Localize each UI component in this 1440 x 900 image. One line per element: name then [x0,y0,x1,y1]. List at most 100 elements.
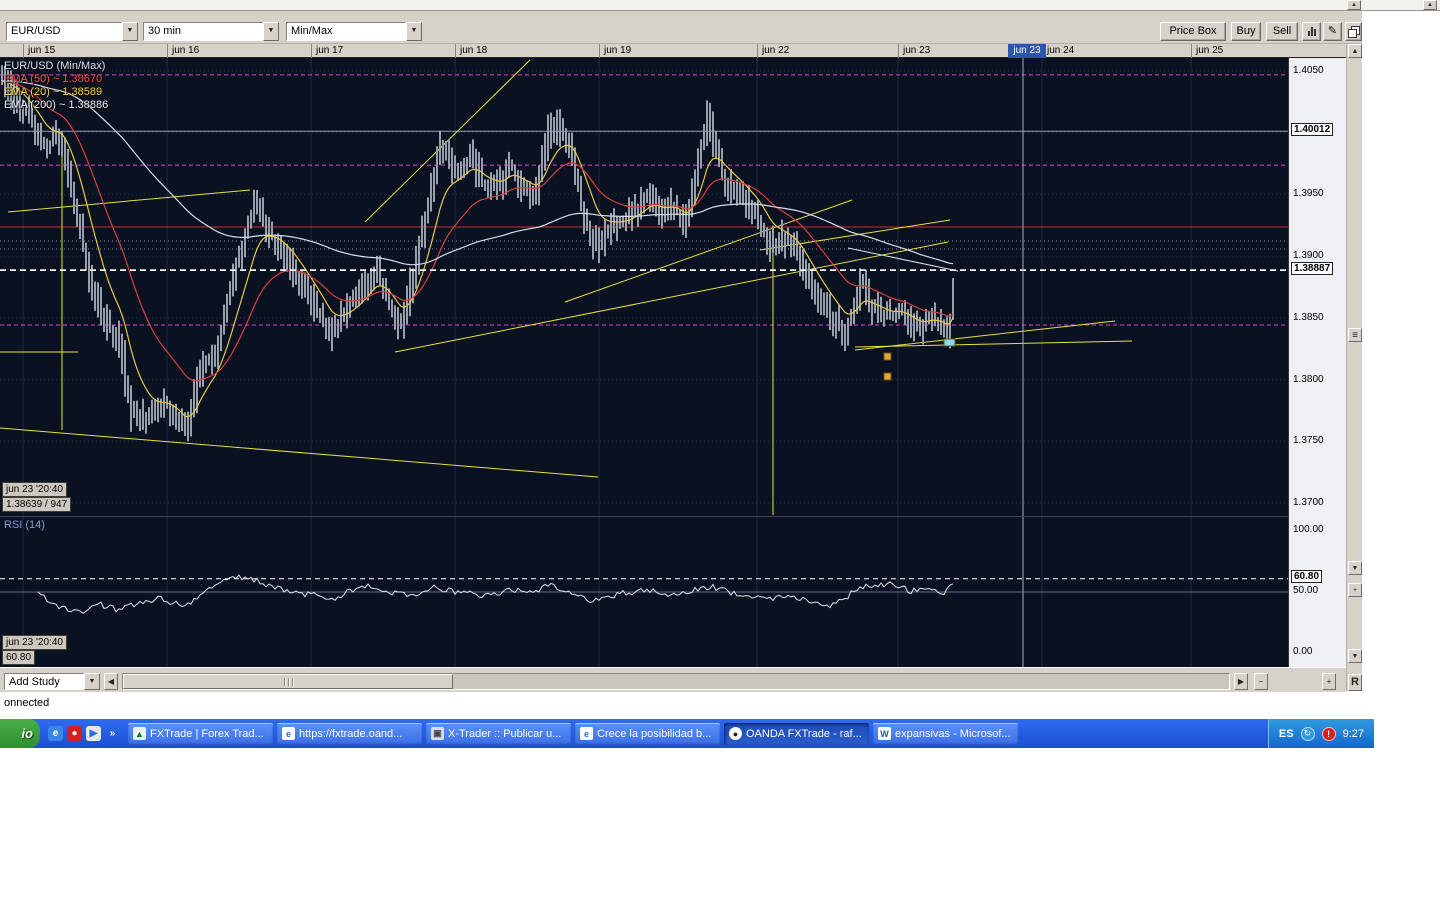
price-label: 1.40012 [1291,123,1334,137]
price-chart-canvas [0,58,1288,516]
system-tray: ES ↻ ! 9:27 [1267,719,1374,748]
date-label: jun 15 [28,45,56,56]
ie-icon: e [580,727,593,740]
chevron-down-icon[interactable]: ▼ [406,22,422,41]
taskbar-task-label: Crece la posibilidad b... [597,727,712,740]
chart-style-value: Min/Max [286,22,406,41]
instrument-value: EUR/USD [6,22,122,41]
alert-tray-icon[interactable]: ! [1321,726,1336,741]
date-tick [1191,44,1192,58]
ie-icon: e [282,727,295,740]
splitter-handle[interactable]: ≡ [1348,328,1362,342]
price-label: 1.3900 [1293,250,1324,262]
add-study-select[interactable]: Add Study ▼ [4,673,100,690]
date-tick [898,44,899,58]
price-chart-panel[interactable]: EUR/USD (Min/Max) EMA (50) ~ 1.38670 EMA… [0,58,1288,516]
chart-type-button[interactable] [1302,22,1321,41]
taskbar: io e ● ▶ » ▲ FXTrade | Forex Trad... e https:/… [0,719,1374,748]
legend-ema200: EMA (200) ~ 1.38886 [4,99,109,111]
taskbar-task[interactable]: ▣ X-Trader :: Publicar u... [426,722,571,745]
price-axis: 1.4050 1.3950 1.3900 1.3850 1.3800 1.3750 1.37… [1288,58,1346,667]
taskbar-task-label: X-Trader :: Publicar u... [448,727,562,740]
price-label: 0.00 [1293,646,1313,657]
price-label: 1.4050 [1293,65,1324,76]
zoom-in-button[interactable]: + [1348,583,1362,597]
scroll-right-icon[interactable]: ▶ [1234,673,1248,690]
reset-button[interactable]: R [1348,674,1362,691]
price-label: 1.3750 [1293,435,1324,447]
clock: 9:27 [1342,727,1364,740]
media-icon[interactable]: ● [67,726,82,741]
rsi-time-tooltip: jun 23 '20:40 [2,635,67,650]
quick-launch: e ● ▶ » [40,726,128,741]
horizontal-scrollbar[interactable] [122,673,1230,690]
scroll-left-icon[interactable]: ◀ [104,673,118,690]
start-button[interactable]: io [0,719,40,748]
detach-window-button[interactable] [1345,22,1362,41]
bars-icon [1307,26,1316,37]
scroll-up-icon[interactable]: ▲ [1348,44,1362,58]
crosshair-date-label: jun 23 [1008,44,1046,58]
chart-legend: EUR/USD (Min/Max) EMA (50) ~ 1.38670 EMA… [4,60,108,112]
crosshair-price-tooltip: 1.38639 / 947 [2,497,72,512]
window-icon: ▣ [431,727,444,740]
legend-ema50: EMA (50) ~ 1.38670 [4,73,103,85]
rsi-panel[interactable]: RSI (14) jun 23 '20:40 60.80 [0,516,1288,667]
date-label: jun 22 [762,45,790,56]
date-tick [757,44,758,58]
taskbar-task[interactable]: e https://fxtrade.oand... [277,722,422,745]
chevron-icon[interactable]: » [105,726,120,741]
date-label: jun 18 [460,45,488,56]
zoom-out-button[interactable]: − [1254,673,1268,690]
ie-icon[interactable]: e [48,726,63,741]
chevron-down-icon[interactable]: ▼ [122,22,138,41]
chevron-down-icon[interactable]: ▼ [263,22,279,41]
sync-tray-icon[interactable]: ↻ [1300,726,1315,741]
taskbar-task[interactable]: e Crece la posibilidad b... [575,722,720,745]
price-label: 60.80 [1291,569,1323,583]
buy-button[interactable]: Buy [1231,22,1261,41]
draw-button[interactable]: ✎ [1323,22,1342,41]
pencil-icon: ✎ [1327,25,1338,37]
chart-bottom-bar: Add Study ▼ ◀ ▶ − + [0,667,1346,692]
taskbar-task[interactable]: ● OANDA FXTrade - raf... [724,722,869,745]
fxtrade-icon: ▲ [133,727,146,740]
date-axis[interactable]: jun 23 jun 15 jun 16 jun 17 jun 18 jun 19 jun… [0,44,1346,58]
date-tick [599,44,600,58]
price-label: 1.3850 [1293,311,1324,323]
taskbar-task[interactable]: ▲ FXTrade | Forex Trad... [128,722,273,745]
date-label: jun 16 [172,45,200,56]
sell-button[interactable]: Sell [1266,22,1298,41]
chart-style-select[interactable]: Min/Max ▼ [286,22,422,41]
instrument-select[interactable]: EUR/USD ▼ [6,22,138,41]
price-label: 1.3800 [1293,373,1324,385]
taskbar-task[interactable]: Wexpansivas - Microsof... [873,722,1018,745]
scroll-down-icon[interactable]: ▼ [1348,561,1362,575]
taskbar-task-label: https://fxtrade.oand... [299,727,403,740]
chevron-down-icon[interactable]: ▼ [84,673,100,690]
language-indicator[interactable]: ES [1279,728,1294,740]
rsi-value-tooltip: 60.80 [2,650,36,665]
scroll-up-icon[interactable]: ▲ [1347,0,1361,10]
zoom-in-button[interactable]: + [1322,673,1336,690]
taskbar-task-label: FXTrade | Forex Trad... [150,727,264,740]
legend-ema20: EMA (20) ~ 1.38589 [4,86,103,98]
rsi-canvas [0,517,1288,667]
interval-value: 30 min [143,22,263,41]
date-tick [167,44,168,58]
date-label: jun 17 [316,45,344,56]
add-study-value: Add Study [4,673,84,690]
scroll-up-icon[interactable]: ▲ [1423,0,1437,10]
date-tick [23,44,24,58]
legend-title: EUR/USD (Min/Max) [4,60,106,72]
interval-select[interactable]: 30 min ▼ [143,22,279,41]
player-icon[interactable]: ▶ [86,726,101,741]
price-label: 1.38887 [1291,262,1334,276]
price-box-button[interactable]: Price Box [1160,22,1226,41]
vertical-scrollbar[interactable]: ▲ ≡ ▼ + ▼ R [1346,44,1362,691]
copy-icon [1348,25,1360,38]
scrollbar-thumb[interactable] [123,674,453,689]
scroll-down-icon[interactable]: ▼ [1348,649,1362,663]
price-label: 100.00 [1293,524,1324,535]
price-label: 1.3700 [1293,497,1324,508]
